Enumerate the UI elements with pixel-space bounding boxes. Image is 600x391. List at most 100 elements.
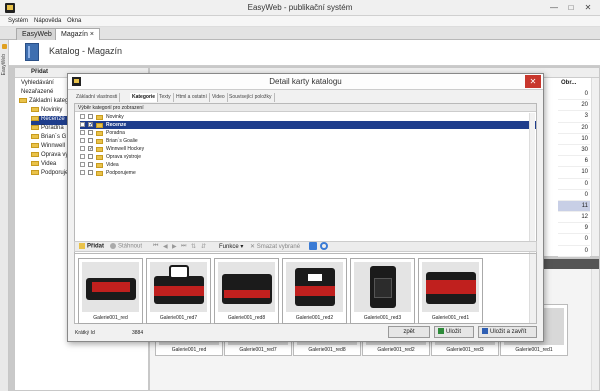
gallery-add-button[interactable]: Přidat bbox=[79, 243, 104, 250]
dialog-title: Detail karty katalogu bbox=[269, 77, 342, 86]
pin-icon[interactable] bbox=[2, 44, 7, 49]
gallery-thumb[interactable]: Galerie001_red1 bbox=[418, 258, 483, 324]
tab-categories[interactable]: Kategorie bbox=[130, 93, 159, 102]
gallery-download-button[interactable]: Stáhnout bbox=[110, 243, 142, 250]
save-button[interactable]: Uložit bbox=[434, 326, 474, 338]
sort-asc-icon[interactable]: ⇅ bbox=[191, 243, 196, 250]
category-row-videa[interactable]: Videa bbox=[80, 161, 536, 169]
grid-cell: 11 bbox=[558, 200, 590, 213]
nav-prev-icon[interactable]: ◀ bbox=[163, 243, 168, 250]
grid-cell: 30 bbox=[558, 145, 590, 157]
product-image bbox=[422, 262, 479, 312]
tab-related-items[interactable]: Související položky bbox=[227, 93, 275, 102]
nav-first-icon[interactable]: ⏮ bbox=[153, 243, 158, 250]
gallery-scrollbar[interactable] bbox=[529, 254, 536, 323]
tab-html-other[interactable]: Html a ostatní bbox=[174, 93, 210, 102]
tree-item[interactable]: Novinky bbox=[31, 107, 62, 116]
menu-help[interactable]: Nápověda bbox=[34, 18, 61, 24]
tab-basic-properties[interactable]: Základní vlastnosti bbox=[74, 93, 121, 102]
folder-icon bbox=[96, 138, 103, 144]
folder-icon bbox=[31, 161, 39, 166]
product-image bbox=[354, 262, 411, 312]
tree-item-selected[interactable]: Recenze bbox=[31, 116, 67, 125]
save-and-close-button[interactable]: Uložit a zavřít bbox=[478, 326, 537, 338]
category-row-brians-goalie[interactable]: Brian´s Goalie bbox=[80, 137, 536, 145]
tree-item[interactable]: Winnwell H bbox=[31, 143, 71, 152]
tree-item[interactable]: Videa bbox=[31, 161, 56, 170]
menu-windows[interactable]: Okna bbox=[67, 18, 81, 24]
product-image bbox=[286, 262, 343, 312]
gallery-thumb[interactable]: Galerie001_red8 bbox=[214, 258, 279, 324]
product-image bbox=[218, 262, 275, 312]
category-row-novinky[interactable]: Novinky bbox=[80, 113, 536, 121]
delete-selected-button[interactable]: ✕ Smazat vybrané bbox=[250, 243, 300, 250]
category-checkbox[interactable] bbox=[88, 170, 93, 175]
expand-icon[interactable] bbox=[80, 170, 85, 175]
gallery-thumb[interactable]: Galerie001_red7 bbox=[146, 258, 211, 324]
expand-icon[interactable] bbox=[80, 138, 85, 143]
category-checkbox-checked[interactable]: ✓ bbox=[88, 146, 93, 152]
maximize-button[interactable]: □ bbox=[565, 3, 577, 12]
gallery-thumb[interactable]: Galerie001_red bbox=[78, 258, 143, 324]
folder-icon bbox=[96, 162, 103, 168]
category-row-recenze[interactable]: ✓ Recenze bbox=[80, 121, 536, 129]
expand-icon[interactable] bbox=[80, 114, 85, 119]
tab-magazin[interactable]: Magazín × bbox=[55, 28, 100, 40]
category-checkbox[interactable] bbox=[88, 138, 93, 143]
window-title: EasyWeb - publikační systém bbox=[247, 3, 353, 12]
category-checkbox[interactable] bbox=[88, 154, 93, 159]
grid-scrollbar[interactable] bbox=[591, 78, 599, 256]
page-title: Katalog - Magazín bbox=[49, 46, 123, 56]
tree-item[interactable]: Poradna bbox=[31, 125, 64, 134]
expand-icon[interactable] bbox=[80, 122, 85, 127]
images-column: 0 20 3 20 10 30 6 10 0 0 11 12 9 0 0 0 bbox=[558, 89, 590, 268]
tree-item[interactable]: Brian´s G bbox=[31, 134, 66, 143]
close-button[interactable]: ✕ bbox=[582, 3, 594, 12]
grid-cell: 10 bbox=[558, 134, 590, 145]
category-checkbox[interactable] bbox=[88, 114, 93, 119]
document-tabs: EasyWeb Magazín × bbox=[0, 27, 600, 40]
side-panel-label: EasyWeb bbox=[1, 54, 7, 76]
sort-desc-icon[interactable]: ⇵ bbox=[201, 243, 206, 250]
tab-texts[interactable]: Texty bbox=[157, 93, 174, 102]
folder-icon bbox=[31, 143, 39, 148]
nav-last-icon[interactable]: ⏭ bbox=[181, 243, 186, 250]
expand-icon[interactable] bbox=[80, 146, 85, 151]
tree-item[interactable]: Nezařazené bbox=[21, 89, 53, 98]
refresh-icon[interactable] bbox=[320, 242, 328, 250]
side-panel: EasyWeb bbox=[0, 40, 9, 391]
category-row-poradna[interactable]: Poradna bbox=[80, 129, 536, 137]
expand-icon[interactable] bbox=[80, 130, 85, 135]
grid-cell: 0 bbox=[558, 190, 590, 201]
gallery-thumb[interactable]: Galerie001_red2 bbox=[282, 258, 347, 324]
tab-video[interactable]: Video bbox=[210, 93, 228, 102]
grid-cell: 6 bbox=[558, 156, 590, 168]
tree-item[interactable]: Vyhledávání bbox=[21, 80, 54, 89]
tab-easyweb[interactable]: EasyWeb bbox=[16, 28, 58, 40]
tab-close-icon[interactable]: × bbox=[90, 31, 94, 38]
expand-icon[interactable] bbox=[80, 162, 85, 167]
category-checkbox-checked[interactable]: ✓ bbox=[88, 122, 93, 128]
category-checkbox[interactable] bbox=[88, 130, 93, 135]
back-button[interactable]: zpět bbox=[388, 326, 430, 338]
minimize-button[interactable]: — bbox=[548, 3, 560, 12]
tree-item[interactable]: Podporuje bbox=[31, 170, 68, 179]
bg-add-button[interactable]: Přidat bbox=[31, 69, 48, 75]
category-row-winnwell-hockey[interactable]: ✓ Winnwell Hockey bbox=[80, 145, 536, 153]
save-icon bbox=[438, 328, 444, 335]
gallery-thumb[interactable]: Galerie001_red3 bbox=[350, 258, 415, 324]
grid-view-icon[interactable] bbox=[309, 242, 317, 250]
menu-system[interactable]: Systém bbox=[8, 18, 28, 24]
functions-dropdown[interactable]: Funkce ▾ bbox=[219, 243, 243, 250]
gallery-scrollbar[interactable] bbox=[591, 269, 599, 390]
category-checkbox[interactable] bbox=[88, 162, 93, 167]
dialog-close-button[interactable]: ✕ bbox=[525, 75, 541, 88]
tree-item[interactable]: Oprava vý bbox=[31, 152, 68, 161]
column-header-images[interactable]: Obr... bbox=[561, 80, 589, 86]
grid-cell: 10 bbox=[558, 167, 590, 179]
nav-next-icon[interactable]: ▶ bbox=[172, 243, 177, 250]
category-row-oprava-vystroje[interactable]: Oprava výstroje bbox=[80, 153, 536, 161]
expand-icon[interactable] bbox=[80, 154, 85, 159]
folder-icon bbox=[96, 170, 103, 176]
category-row-podporujeme[interactable]: Podporujeme bbox=[80, 169, 536, 177]
